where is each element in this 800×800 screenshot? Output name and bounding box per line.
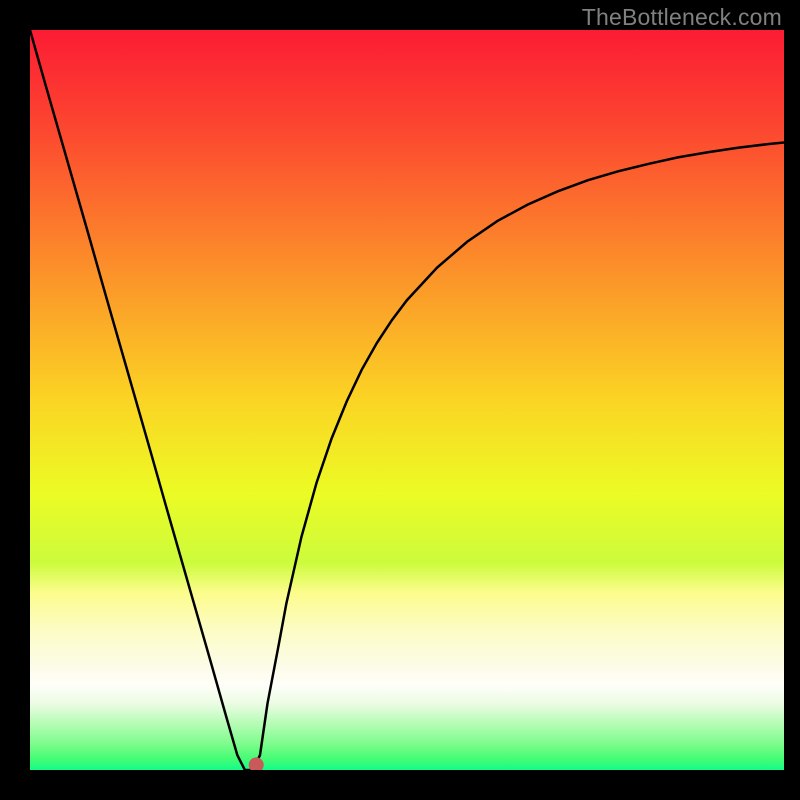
chart-background-gradient [30, 30, 784, 770]
chart-plot-area [30, 30, 784, 770]
watermark-text: TheBottleneck.com [582, 4, 782, 31]
chart-svg [30, 30, 784, 770]
